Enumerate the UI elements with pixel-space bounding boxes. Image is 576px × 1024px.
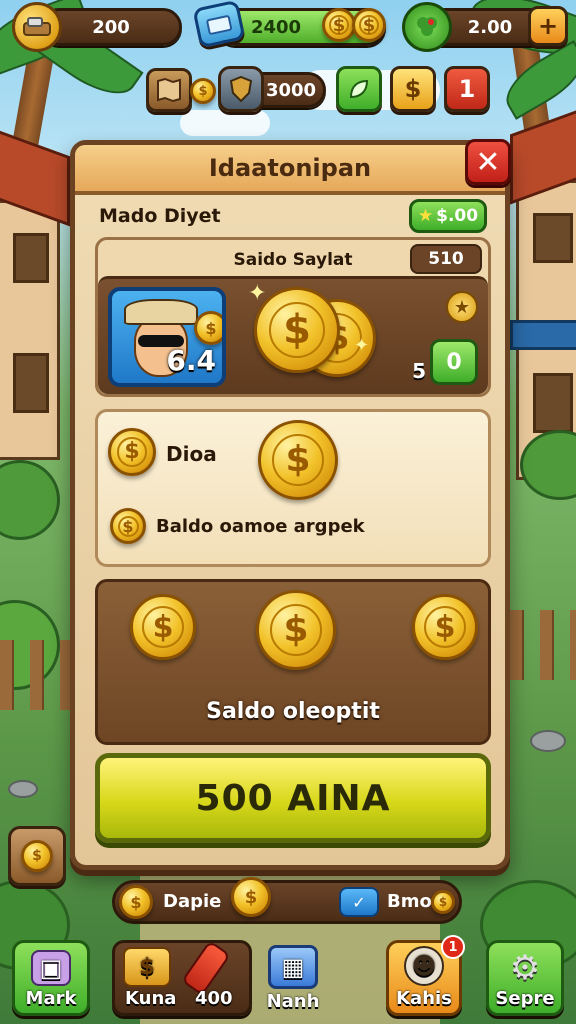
- gold-pile-icon: [12, 2, 62, 52]
- house-left: [0, 200, 60, 460]
- coin-icon: $: [194, 311, 222, 345]
- awning: [510, 320, 576, 350]
- leaf-icon: [349, 79, 369, 99]
- coin-icon: $: [119, 885, 153, 919]
- green-badge-count: 5: [412, 359, 426, 383]
- coin-icon: $: [258, 420, 338, 500]
- bush: [0, 460, 60, 540]
- reward-option-section[interactable]: $ Dioa $ $ Baldo oamoe argpek: [95, 409, 491, 567]
- leaf-button[interactable]: [336, 66, 382, 112]
- coin-icon: $: [352, 8, 386, 42]
- cloud: [180, 110, 270, 136]
- bottom-right-label: Bmo: [387, 891, 432, 912]
- gold-value: 200: [92, 16, 130, 38]
- section1-number: 510: [410, 244, 482, 274]
- reward-label-top: Dioa: [166, 442, 217, 466]
- avatar[interactable]: $ 6.4: [108, 287, 226, 387]
- green-badge-value: 0: [446, 349, 462, 375]
- reward-panel: Idaatonipan ✕ Mado Diyet ★ $.00 Saido Sa…: [70, 139, 511, 870]
- nav-kuna-label: Kuna: [125, 988, 177, 1009]
- nav-nanh-label: Nanh: [266, 991, 320, 1012]
- notification-badge: 1: [441, 935, 465, 959]
- coin-icon: $: [404, 75, 422, 103]
- sparkle-icon: ✦: [248, 281, 267, 306]
- plus-button[interactable]: +: [528, 6, 568, 46]
- section3-label: Saldo oleoptit: [206, 699, 380, 724]
- coin-icon: $: [110, 508, 146, 544]
- rock: [8, 780, 38, 798]
- claim-button[interactable]: 500 AINA: [95, 753, 491, 843]
- close-icon: ✕: [475, 144, 501, 180]
- coin-icon[interactable]: $: [256, 590, 336, 670]
- nav-sepre[interactable]: ⚙ Sepre: [486, 940, 564, 1016]
- gear-icon: ⚙: [509, 948, 541, 988]
- fence: [510, 610, 576, 680]
- nav-nanh[interactable]: ▦ Nanh: [256, 940, 330, 1016]
- fence: [0, 640, 70, 710]
- avatar-hat: [124, 299, 198, 325]
- nav-kuna[interactable]: $ Kuna 400: [112, 940, 252, 1016]
- nav-mark[interactable]: ▣ Mark: [12, 940, 90, 1016]
- rock: [530, 730, 566, 752]
- coin-shop-button[interactable]: $: [390, 66, 436, 112]
- coin-choice-section[interactable]: $ $ $ Saldo oleoptit: [95, 579, 491, 745]
- sparkle-icon: ✦: [354, 335, 370, 356]
- balance-chip[interactable]: ★ $.00: [409, 199, 487, 233]
- alert-button[interactable]: 1: [444, 66, 490, 112]
- clover-icon: [402, 2, 452, 52]
- star-icon[interactable]: ★: [446, 291, 478, 323]
- avatar-level: 6.4: [166, 344, 216, 377]
- bottom-left-label: Dapie: [163, 891, 222, 912]
- nav-sepre-label: Sepre: [495, 988, 555, 1009]
- energy-value: 2.00: [467, 16, 513, 38]
- coin-icon: $: [231, 877, 271, 917]
- coin-icon: $: [190, 78, 216, 104]
- plus-icon: +: [537, 12, 559, 40]
- profile-body: $ 6.4 $ $ ✦ ✦ ★ 5 0: [98, 276, 488, 394]
- nav-kahis-label: Kahis: [396, 988, 452, 1009]
- claim-button-label: 500 AINA: [195, 777, 391, 819]
- coin-icon: $: [21, 840, 53, 872]
- map-button[interactable]: [146, 68, 192, 112]
- coin-icon: $: [322, 8, 356, 42]
- panel-title: Idaatonipan: [208, 154, 372, 182]
- coin-crate-icon: $: [123, 947, 171, 987]
- coin-icon: $: [108, 428, 156, 476]
- coin-icon: $: [254, 287, 340, 373]
- crate-icon: ▣: [31, 950, 71, 986]
- green-badge[interactable]: 0: [430, 339, 478, 385]
- close-button[interactable]: ✕: [465, 139, 511, 185]
- panel-header: Idaatonipan: [75, 145, 505, 195]
- alert-count: 1: [458, 75, 476, 103]
- machine-icon: ▦: [268, 945, 318, 989]
- map-icon: [157, 77, 181, 103]
- gems-value: 2400: [250, 16, 302, 38]
- nav-count-label: 400: [195, 988, 233, 1009]
- profile-section: Saido Saylat 510 $ 6.4 $ $ ✦ ✦ ★ 5 0: [95, 237, 491, 397]
- nav-mark-label: Mark: [25, 988, 77, 1009]
- shield-icon: [218, 66, 264, 112]
- coin-icon[interactable]: $: [412, 594, 478, 660]
- star-icon: ★: [417, 206, 434, 226]
- skull-icon: ☻: [404, 946, 444, 986]
- check-icon[interactable]: ✓: [339, 887, 379, 917]
- shield-value: 3000: [265, 79, 317, 101]
- reward-label-bottom: Baldo oamoe argpek: [156, 516, 365, 537]
- balance-value: $.00: [436, 206, 479, 226]
- nav-kahis[interactable]: ☻ Kahis 1: [386, 935, 465, 1016]
- panel-subtitle: Mado Diyet: [99, 205, 221, 227]
- coin-icon: $: [431, 890, 455, 914]
- chest-button[interactable]: $: [8, 826, 66, 886]
- bottom-status-bar: $ Dapie $ ✓ Bmo $: [112, 877, 462, 924]
- coin-icon[interactable]: $: [130, 594, 196, 660]
